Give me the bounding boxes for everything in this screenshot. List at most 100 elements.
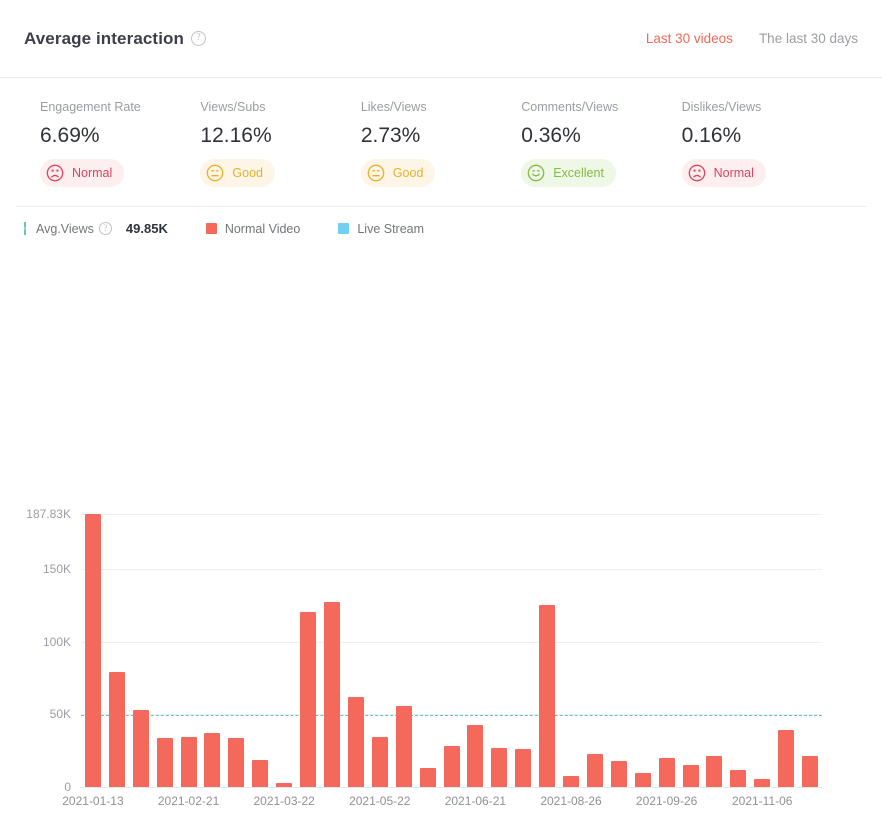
chart-plot-area: 187.83K 150K 100K 50K 0 — [26, 507, 822, 794]
chart-bar[interactable] — [204, 733, 221, 787]
chart-bar[interactable] — [371, 736, 388, 787]
status-badge-label: Good — [392, 166, 424, 180]
page-title: Average interaction — [24, 28, 184, 48]
status-badge: Excellent — [521, 159, 616, 187]
status-badge: Normal — [40, 159, 125, 187]
chart-bar[interactable] — [586, 754, 603, 787]
chart-bar[interactable] — [754, 779, 771, 787]
legend-label-live-stream: Live Stream — [357, 221, 425, 236]
chart-bar[interactable] — [84, 514, 101, 787]
metric-card: Engagement Rate 6.69% Normal — [40, 100, 200, 188]
tab-last-30-days[interactable]: The last 30 days — [759, 31, 858, 46]
average-interaction-card: Average interaction ? Last 30 videos The… — [0, 0, 882, 808]
avg-views-bar-chart: 187.83K 150K 100K 50K 0 2021-01-13 2021-02-21… — [0, 246, 882, 808]
x-axis-tick-label: 2021-06-21 — [444, 794, 507, 808]
status-badge-label: Good — [232, 166, 263, 180]
metric-label: Likes/Views — [360, 100, 427, 114]
chart-bar[interactable] — [180, 736, 197, 787]
x-axis-line — [81, 787, 822, 788]
chart-bar[interactable] — [276, 783, 293, 787]
legend-swatch-live-stream — [338, 223, 350, 234]
chart-bar[interactable] — [252, 760, 269, 787]
chart-bar[interactable] — [802, 756, 819, 787]
metrics-row: Engagement Rate 6.69% Normal Views/Subs 12.1… — [16, 78, 866, 207]
metric-card: Likes/Views 2.73% Good — [360, 100, 521, 188]
chart-bar[interactable] — [300, 611, 317, 787]
legend-label-normal-video: Normal Video — [224, 221, 301, 236]
chart-bar[interactable] — [658, 757, 675, 787]
metric-value: 2.73% — [360, 124, 421, 147]
frown-face-icon — [45, 163, 65, 183]
x-axis-tick-label: 2021-09-26 — [635, 794, 698, 808]
bar-series — [81, 514, 822, 787]
x-axis-tick-label: 2021-11-06 — [731, 794, 793, 808]
chart-bar[interactable] — [419, 768, 436, 787]
status-badge: Good — [360, 159, 436, 187]
metric-card: Views/Subs 12.16% Good — [200, 100, 360, 188]
chart-x-axis: 2021-01-13 2021-02-21 2021-03-22 2021-05-22… — [0, 794, 882, 814]
question-circle-icon[interactable]: ? — [191, 31, 206, 46]
legend-item-normal-video[interactable]: Normal Video — [205, 221, 301, 236]
chart-bar[interactable] — [323, 601, 340, 787]
metric-value: 0.36% — [521, 124, 581, 147]
period-tabs: Last 30 videos The last 30 days — [646, 31, 858, 46]
x-axis-tick-label: 2021-03-22 — [253, 794, 315, 808]
metric-label: Dislikes/Views — [681, 100, 762, 114]
card-header: Average interaction ? Last 30 videos The… — [0, 0, 882, 78]
metric-value: 0.16% — [681, 124, 742, 147]
y-axis-tick-label: 100K — [42, 634, 71, 649]
legend-avg-value: 49.85K — [125, 221, 168, 236]
metric-value: 12.16% — [200, 124, 272, 147]
status-badge-label: Normal — [72, 166, 113, 180]
chart-bar[interactable] — [347, 696, 364, 787]
neutral-face-icon — [366, 163, 386, 183]
chart-bar[interactable] — [682, 765, 699, 787]
status-badge-label: Normal — [713, 166, 754, 180]
chart-bar[interactable] — [610, 760, 627, 787]
status-badge: Normal — [681, 159, 766, 187]
chart-bar[interactable] — [443, 746, 460, 787]
y-axis-tick-label: 0 — [64, 780, 71, 794]
chart-legend: Avg.Views ? 49.85K Normal Video Live Str… — [0, 207, 882, 246]
tab-last-30-videos[interactable]: Last 30 videos — [646, 31, 733, 46]
legend-avg-views: Avg.Views ? 49.85K — [36, 221, 168, 236]
y-axis-tick-label: 150K — [42, 561, 71, 576]
chart-bar[interactable] — [730, 769, 747, 787]
x-axis-tick-label: 2021-08-26 — [540, 794, 602, 808]
metric-label: Comments/Views — [521, 100, 619, 114]
question-circle-icon[interactable]: ? — [98, 222, 112, 235]
chart-bar[interactable] — [563, 776, 580, 787]
metric-card: Comments/Views 0.36% Excellent — [521, 100, 681, 188]
neutral-face-icon — [205, 163, 225, 183]
chart-bar[interactable] — [634, 773, 651, 787]
legend-item-live-stream[interactable]: Live Stream — [338, 222, 424, 236]
chart-bar[interactable] — [467, 724, 484, 787]
chart-bar[interactable] — [539, 604, 556, 787]
chart-bar[interactable] — [156, 737, 173, 787]
metric-label: Views/Subs — [200, 100, 266, 114]
status-badge-label: Excellent — [553, 166, 604, 180]
chart-bar[interactable] — [395, 706, 412, 787]
metric-label: Engagement Rate — [40, 100, 141, 114]
x-axis-tick-label: 2021-02-21 — [157, 794, 220, 808]
chart-bar[interactable] — [108, 672, 125, 787]
chart-bar[interactable] — [778, 729, 795, 787]
chart-bar[interactable] — [515, 749, 532, 787]
smile-face-icon — [526, 163, 546, 183]
status-badge: Good — [200, 159, 275, 187]
chart-bar[interactable] — [706, 755, 723, 787]
x-axis-tick-label: 2021-05-22 — [349, 794, 411, 808]
title-group: Average interaction ? — [24, 29, 206, 49]
legend-avg-label: Avg.Views — [36, 221, 94, 236]
y-axis-tick-label: 50K — [49, 707, 71, 722]
avg-line-marker — [24, 222, 26, 235]
frown-face-icon — [687, 163, 707, 183]
chart-bar[interactable] — [491, 748, 508, 787]
metric-card: Dislikes/Views 0.16% Normal — [681, 100, 842, 188]
y-axis-tick-label: 187.83K — [26, 507, 71, 521]
chart-bar[interactable] — [228, 738, 245, 787]
metric-value: 6.69% — [40, 124, 100, 147]
chart-bar[interactable] — [132, 709, 149, 787]
legend-swatch-normal-video — [205, 223, 217, 234]
x-axis-tick-label: 2021-01-13 — [62, 794, 124, 808]
